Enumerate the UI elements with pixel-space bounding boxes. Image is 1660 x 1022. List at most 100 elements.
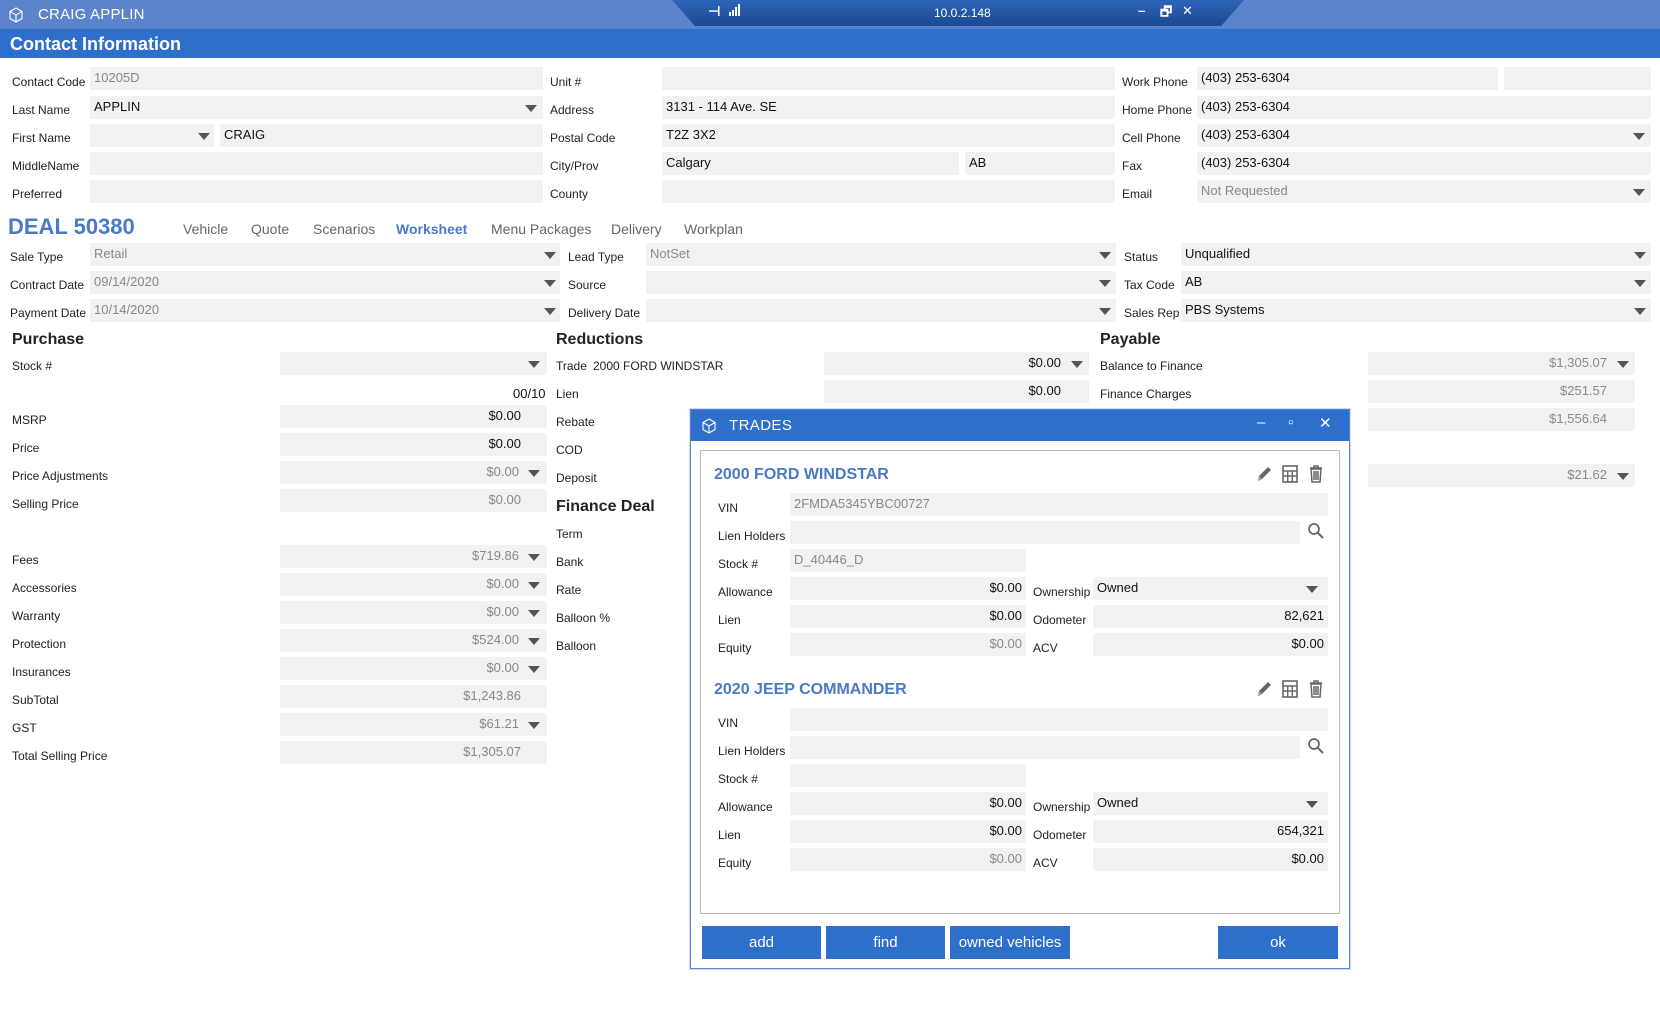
- dialog-maximize-button[interactable]: ▫: [1288, 414, 1293, 431]
- restore-button[interactable]: 🗗: [1160, 3, 1172, 25]
- work-phone-field[interactable]: (403) 253-6304: [1197, 67, 1498, 90]
- trade-1-odometer-field[interactable]: 82,621: [1093, 605, 1328, 628]
- tab-worksheet[interactable]: Worksheet: [396, 221, 467, 237]
- contract-date-field[interactable]: 09/14/2020: [90, 271, 560, 294]
- protection-field[interactable]: $524.00: [280, 629, 547, 652]
- minimize-button[interactable]: –: [1138, 3, 1145, 18]
- trade-1-ownership-select[interactable]: Owned: [1093, 577, 1328, 600]
- lead-type-select[interactable]: NotSet: [646, 243, 1116, 266]
- tax-code-select[interactable]: AB: [1181, 271, 1651, 294]
- city-field[interactable]: Calgary: [662, 152, 959, 175]
- tab-scenarios[interactable]: Scenarios: [313, 221, 375, 237]
- address-field[interactable]: 3131 - 114 Ave. SE: [662, 96, 1115, 119]
- add-trade-button[interactable]: add: [702, 926, 821, 959]
- unit-field[interactable]: [662, 67, 1115, 90]
- dialog-minimize-button[interactable]: –: [1257, 414, 1265, 431]
- chevron-down-icon[interactable]: [1617, 361, 1629, 368]
- chevron-down-icon[interactable]: [544, 252, 556, 259]
- accessories-field[interactable]: $0.00: [280, 573, 547, 596]
- sale-type-select[interactable]: Retail: [90, 243, 560, 266]
- search-icon[interactable]: [1307, 737, 1325, 755]
- preferred-name-field[interactable]: [90, 180, 543, 203]
- find-trade-button[interactable]: find: [826, 926, 945, 959]
- msrp-field[interactable]: $0.00: [280, 405, 547, 428]
- stock-select[interactable]: [280, 352, 547, 375]
- trade-2-allowance-field[interactable]: $0.00: [790, 792, 1026, 815]
- balance-to-finance-field[interactable]: $1,305.07: [1368, 352, 1635, 375]
- chevron-down-icon[interactable]: [528, 361, 540, 368]
- home-phone-field[interactable]: (403) 253-6304: [1197, 96, 1651, 119]
- trade-1-stock-field[interactable]: D_40446_D: [790, 549, 1026, 572]
- lien-amount-field[interactable]: $0.00: [824, 380, 1089, 403]
- chevron-down-icon[interactable]: [1099, 280, 1111, 287]
- trade-1-lien-field[interactable]: $0.00: [790, 605, 1026, 628]
- tab-delivery[interactable]: Delivery: [611, 221, 662, 237]
- chevron-down-icon[interactable]: [1306, 801, 1318, 808]
- close-button[interactable]: ✕: [1182, 3, 1193, 19]
- chevron-down-icon[interactable]: [528, 666, 540, 673]
- source-select[interactable]: [646, 271, 1116, 294]
- work-phone-ext-field[interactable]: [1504, 67, 1651, 90]
- chevron-down-icon[interactable]: [528, 582, 540, 589]
- trash-icon[interactable]: [1307, 679, 1325, 699]
- trade-1-lien-holders-field[interactable]: [790, 521, 1300, 544]
- chevron-down-icon[interactable]: [1071, 361, 1083, 368]
- fax-field[interactable]: (403) 253-6304: [1197, 152, 1651, 175]
- trade-2-lien-holders-field[interactable]: [790, 736, 1300, 759]
- trade-1-allowance-field[interactable]: $0.00: [790, 577, 1026, 600]
- trade-2-lien-field[interactable]: $0.00: [790, 820, 1026, 843]
- chevron-down-icon[interactable]: [1306, 586, 1318, 593]
- trade-2-acv-field[interactable]: $0.00: [1093, 848, 1328, 871]
- postal-code-field[interactable]: T2Z 3X2: [662, 124, 1115, 147]
- chevron-down-icon[interactable]: [528, 722, 540, 729]
- chevron-down-icon[interactable]: [1617, 473, 1629, 480]
- chevron-down-icon[interactable]: [1634, 252, 1646, 259]
- chevron-down-icon[interactable]: [528, 470, 540, 477]
- chevron-down-icon[interactable]: [528, 638, 540, 645]
- chevron-down-icon[interactable]: [198, 133, 210, 140]
- name-prefix-select[interactable]: [90, 124, 214, 147]
- trade-1-vin-field[interactable]: 2FMDA5345YBC00727: [790, 493, 1328, 516]
- trash-icon[interactable]: [1307, 464, 1325, 484]
- search-icon[interactable]: [1307, 522, 1325, 540]
- trades-dialog-titlebar[interactable]: TRADES – ▫ ✕: [691, 410, 1349, 441]
- chevron-down-icon[interactable]: [1634, 280, 1646, 287]
- county-field[interactable]: [662, 180, 1115, 203]
- tab-vehicle[interactable]: Vehicle: [183, 221, 228, 237]
- sales-rep-select[interactable]: PBS Systems: [1181, 299, 1651, 322]
- chevron-down-icon[interactable]: [1633, 133, 1645, 140]
- chevron-down-icon[interactable]: [1633, 189, 1645, 196]
- status-select[interactable]: Unqualified: [1181, 243, 1651, 266]
- email-field[interactable]: Not Requested: [1197, 180, 1651, 203]
- last-name-field[interactable]: APPLIN: [90, 96, 543, 119]
- province-field[interactable]: AB: [965, 152, 1115, 175]
- tab-menu-packages[interactable]: Menu Packages: [491, 221, 591, 237]
- fees-field[interactable]: $719.86: [280, 545, 547, 568]
- payment-date-field[interactable]: 10/14/2020: [90, 299, 560, 322]
- chevron-down-icon[interactable]: [1099, 308, 1111, 315]
- pencil-icon[interactable]: [1255, 464, 1273, 484]
- first-name-field[interactable]: CRAIG: [220, 124, 543, 147]
- calculator-icon[interactable]: [1281, 464, 1299, 484]
- trade-2-odometer-field[interactable]: 654,321: [1093, 820, 1328, 843]
- contact-code-field[interactable]: 10205D: [90, 67, 543, 90]
- price-field[interactable]: $0.00: [280, 433, 547, 456]
- gst-field[interactable]: $61.21: [280, 713, 547, 736]
- ok-button[interactable]: ok: [1218, 926, 1338, 959]
- trade-amount-field[interactable]: $0.00: [824, 352, 1089, 375]
- pencil-icon[interactable]: [1255, 679, 1273, 699]
- insurances-field[interactable]: $0.00: [280, 657, 547, 680]
- owned-vehicles-button[interactable]: owned vehicles: [950, 926, 1070, 959]
- trade-1-acv-field[interactable]: $0.00: [1093, 633, 1328, 656]
- chevron-down-icon[interactable]: [544, 280, 556, 287]
- dialog-close-button[interactable]: ✕: [1319, 414, 1332, 432]
- price-adjustments-field[interactable]: $0.00: [280, 461, 547, 484]
- trade-2-vin-field[interactable]: [790, 708, 1328, 731]
- chevron-down-icon[interactable]: [528, 554, 540, 561]
- chevron-down-icon[interactable]: [544, 308, 556, 315]
- warranty-field[interactable]: $0.00: [280, 601, 547, 624]
- chevron-down-icon[interactable]: [1634, 308, 1646, 315]
- cell-phone-field[interactable]: (403) 253-6304: [1197, 124, 1651, 147]
- chevron-down-icon[interactable]: [525, 105, 537, 112]
- calculator-icon[interactable]: [1281, 679, 1299, 699]
